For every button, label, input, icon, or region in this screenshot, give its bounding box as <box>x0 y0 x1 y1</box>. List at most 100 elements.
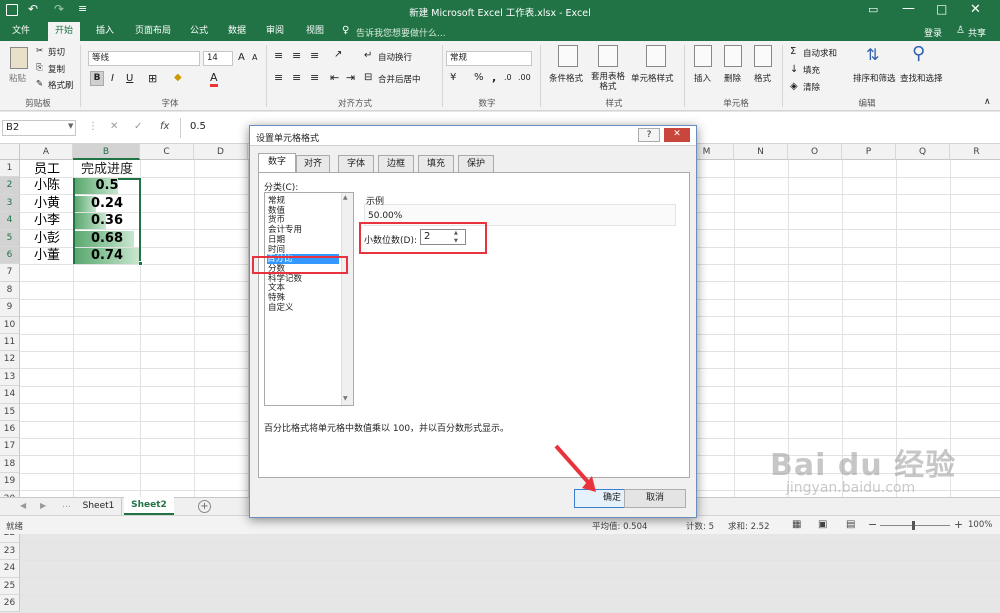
row-header[interactable]: 19 <box>0 473 20 491</box>
autosum-button[interactable]: 自动求和 <box>803 47 837 59</box>
save-icon[interactable] <box>6 4 18 16</box>
delete-cells-icon[interactable] <box>724 45 742 67</box>
merge-center-button[interactable]: 合并后居中 <box>378 73 421 85</box>
cancel-entry-icon[interactable]: ✕ <box>110 121 118 132</box>
category-item[interactable]: 特殊 <box>268 293 348 303</box>
cut-button[interactable]: 剪切 <box>48 46 65 58</box>
undo-icon[interactable]: ↶ <box>28 2 38 16</box>
cell-progress[interactable]: 0.5 <box>75 178 139 195</box>
underline-button[interactable]: U <box>126 73 133 84</box>
help-button[interactable]: ? <box>638 128 660 142</box>
row-header[interactable]: 12 <box>0 351 20 369</box>
page-break-view-icon[interactable]: ▤ <box>846 519 855 530</box>
comma-button[interactable]: , <box>492 71 496 84</box>
cancel-button[interactable]: 取消 <box>624 489 686 508</box>
dtab-border[interactable]: 边框 <box>378 155 414 172</box>
category-item[interactable]: 日期 <box>268 235 348 245</box>
dtab-alignment[interactable]: 对齐 <box>296 155 330 172</box>
tab-view[interactable]: 视图 <box>298 22 332 41</box>
font-color-icon[interactable]: A <box>210 71 218 87</box>
row-header[interactable]: 9 <box>0 299 20 317</box>
accounting-icon[interactable]: ¥ <box>450 72 456 83</box>
border-icon[interactable]: ⊞ <box>148 72 157 85</box>
font-name-select[interactable]: 等线 <box>88 51 200 66</box>
column-header[interactable]: O <box>788 144 842 160</box>
row-header[interactable]: 1 <box>0 160 20 178</box>
category-item[interactable]: 自定义 <box>268 303 348 313</box>
orientation-icon[interactable]: ↗ <box>334 49 342 60</box>
row-header[interactable]: 2 <box>0 177 20 195</box>
find-select-button[interactable]: 查找和选择 <box>900 72 943 84</box>
increase-indent-icon[interactable]: ⇥ <box>346 71 355 84</box>
scroll-down-icon[interactable]: ▼ <box>343 395 348 402</box>
clear-icon[interactable]: ◈ <box>790 81 798 92</box>
conditional-format-button[interactable]: 条件格式 <box>549 72 583 84</box>
insert-cells-icon[interactable] <box>694 45 712 67</box>
cell-employee[interactable]: 小陈 <box>22 177 72 195</box>
row-header[interactable]: 15 <box>0 403 20 421</box>
zoom-level[interactable]: 100% <box>968 520 992 530</box>
sheet-tab-2[interactable]: Sheet2 <box>124 497 174 515</box>
row-header[interactable]: 16 <box>0 421 20 439</box>
row-header[interactable]: 3 <box>0 194 20 213</box>
row-header[interactable]: 4 <box>0 212 20 230</box>
dtab-fill[interactable]: 填充 <box>418 155 454 172</box>
row-header[interactable]: 14 <box>0 386 20 404</box>
normal-view-icon[interactable]: ▦ <box>792 519 801 530</box>
confirm-entry-icon[interactable]: ✓ <box>134 121 142 132</box>
page-layout-view-icon[interactable]: ▣ <box>818 519 827 530</box>
dtab-number[interactable]: 数字 <box>258 153 296 173</box>
format-cells-icon[interactable] <box>754 45 772 67</box>
cell-progress[interactable]: 0.36 <box>75 213 139 230</box>
tab-review[interactable]: 审阅 <box>258 22 292 41</box>
close-icon[interactable]: ✕ <box>970 2 981 17</box>
column-header[interactable]: Q <box>896 144 950 160</box>
clear-button[interactable]: 清除 <box>803 81 820 93</box>
login-link[interactable]: 登录 <box>924 26 942 39</box>
name-box[interactable]: B2 <box>2 120 76 136</box>
percent-button[interactable]: % <box>474 72 484 83</box>
number-format-select[interactable]: 常规 <box>446 51 532 66</box>
conditional-format-icon[interactable] <box>558 45 578 67</box>
tell-me-input[interactable]: 告诉我您想要做什么... <box>356 26 446 39</box>
row-header[interactable]: 25 <box>0 577 20 595</box>
column-header[interactable]: C <box>140 144 194 160</box>
fill-button[interactable]: 填充 <box>803 64 820 76</box>
cell-styles-icon[interactable] <box>646 45 666 67</box>
next-sheet-icon[interactable]: ▶ <box>40 501 46 510</box>
sheet-tab-1[interactable]: Sheet1 <box>76 498 122 515</box>
row-header[interactable]: 23 <box>0 542 20 561</box>
column-header[interactable]: N <box>734 144 788 160</box>
zoom-out-icon[interactable]: − <box>868 518 877 531</box>
find-select-icon[interactable]: ⚲ <box>912 43 925 64</box>
column-header[interactable]: D <box>194 144 248 160</box>
fill-icon[interactable]: ↓ <box>790 64 798 75</box>
category-item[interactable]: 会计专用 <box>268 225 348 235</box>
zoom-slider[interactable] <box>880 525 950 526</box>
grow-font-icon[interactable]: A <box>238 52 245 63</box>
column-header[interactable]: B <box>73 144 140 160</box>
cell-employee[interactable]: 小黄 <box>22 195 72 213</box>
more-sheets-icon[interactable]: … <box>62 500 71 510</box>
decrease-decimal-icon[interactable]: .00 <box>518 73 531 82</box>
prev-sheet-icon[interactable]: ◀ <box>20 501 26 510</box>
paste-icon[interactable] <box>10 47 28 69</box>
zoom-in-icon[interactable]: + <box>954 518 963 531</box>
cell-progress[interactable]: 0.24 <box>75 195 139 212</box>
dtab-protection[interactable]: 保护 <box>458 155 494 172</box>
row-header[interactable]: 7 <box>0 264 20 282</box>
cell-employee[interactable]: 小董 <box>22 247 72 265</box>
maximize-icon[interactable]: □ <box>936 2 947 16</box>
format-table-icon[interactable] <box>598 45 618 67</box>
column-header[interactable]: R <box>950 144 1000 160</box>
wrap-text-button[interactable]: 自动换行 <box>378 51 412 63</box>
format-table-button[interactable]: 套用表格格式 <box>588 72 628 92</box>
dtab-font[interactable]: 字体 <box>338 155 374 172</box>
tab-data[interactable]: 数据 <box>220 22 254 41</box>
increase-decimal-icon[interactable]: .0 <box>504 73 512 82</box>
row-header[interactable]: 5 <box>0 229 20 247</box>
align-bottom-icon[interactable]: ≡ <box>310 49 319 62</box>
category-item[interactable]: 文本 <box>268 283 348 293</box>
wrap-text-icon[interactable]: ↵ <box>364 50 372 61</box>
column-header[interactable]: A <box>20 144 73 160</box>
